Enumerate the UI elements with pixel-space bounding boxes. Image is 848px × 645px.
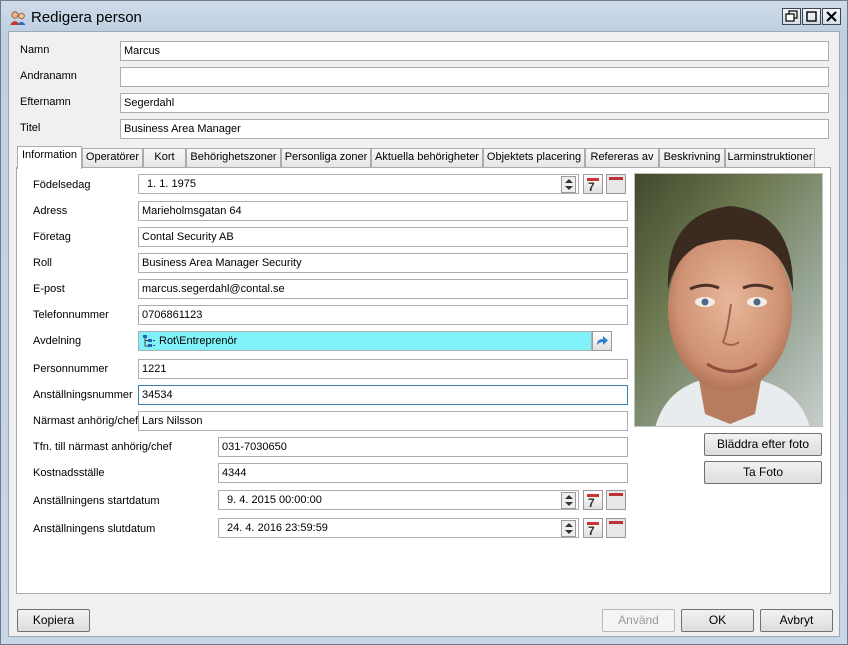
title-label: Titel	[20, 122, 41, 134]
employee-number-label: Anställningsnummer	[33, 389, 133, 401]
person-number-label: Personnummer	[33, 363, 109, 375]
phone-label: Telefonnummer	[33, 309, 109, 321]
department-navigate-button[interactable]	[592, 331, 612, 351]
birthday-label: Födelsedag	[33, 179, 91, 191]
next-of-kin-phone-label: Tfn. till närmast anhörig/chef	[33, 441, 172, 453]
birthday-spinner[interactable]	[561, 176, 576, 193]
tab-referenced-by[interactable]: Refereras av	[585, 148, 659, 167]
clear-icon	[609, 493, 623, 496]
ok-button[interactable]: OK	[681, 609, 754, 632]
department-value: Rot\Entreprenör	[159, 335, 238, 347]
clear-icon	[609, 177, 623, 180]
department-label: Avdelning	[33, 335, 82, 347]
window-title: Redigera person	[31, 9, 142, 26]
surname-field[interactable]: Segerdahl	[120, 93, 829, 113]
surname-label: Efternamn	[20, 96, 71, 108]
calendar-icon: 7	[588, 496, 595, 510]
tree-icon	[143, 335, 155, 347]
role-label: Roll	[33, 257, 52, 269]
company-label: Företag	[33, 231, 71, 243]
calendar-icon: 7	[588, 524, 595, 538]
birthday-clear-button[interactable]	[606, 174, 626, 194]
address-label: Adress	[33, 205, 68, 217]
clear-icon	[609, 521, 623, 524]
go-arrow-icon	[597, 336, 608, 345]
phone-field[interactable]: 0706861123	[138, 305, 628, 325]
tab-operators[interactable]: Operatörer	[82, 148, 143, 167]
role-field[interactable]: Business Area Manager Security	[138, 253, 628, 273]
maximize-icon	[806, 11, 817, 22]
start-date-label: Anställningens startdatum	[33, 495, 160, 507]
close-button[interactable]	[822, 8, 841, 25]
next-of-kin-label: Närmast anhörig/chef	[33, 415, 139, 427]
end-date-spinner[interactable]	[561, 520, 576, 537]
cancel-button[interactable]: Avbryt	[760, 609, 833, 632]
start-date-spinner[interactable]	[561, 492, 576, 509]
name-field[interactable]: Marcus	[120, 41, 829, 61]
tab-card[interactable]: Kort	[143, 148, 186, 167]
start-date-clear-button[interactable]	[606, 490, 626, 510]
restore-button[interactable]	[782, 8, 801, 25]
tab-access-zones[interactable]: Behörighetszoner	[186, 148, 281, 167]
title-field[interactable]: Business Area Manager	[120, 119, 829, 139]
copy-button[interactable]: Kopiera	[17, 609, 90, 632]
tab-object-placement[interactable]: Objektets placering	[483, 148, 585, 167]
next-of-kin-phone-field[interactable]: 031-7030650	[218, 437, 628, 457]
department-field[interactable]: Rot\Entreprenör	[138, 331, 592, 351]
tab-personal-zones[interactable]: Personliga zoner	[281, 148, 371, 167]
tab-information[interactable]: Information	[17, 146, 82, 169]
person-icon	[10, 11, 26, 25]
apply-button[interactable]: Använd	[602, 609, 675, 632]
email-field[interactable]: marcus.segerdahl@contal.se	[138, 279, 628, 299]
start-date-field[interactable]: 9. 4. 2015 00:00:00	[218, 490, 579, 510]
close-icon	[826, 11, 837, 22]
cost-center-label: Kostnadsställe	[33, 467, 105, 479]
middle-name-label: Andranamn	[20, 70, 77, 82]
tab-alarm-instructions[interactable]: Larminstruktioner	[725, 148, 815, 167]
name-label: Namn	[20, 44, 50, 56]
start-date-calendar-button[interactable]: 7	[583, 490, 603, 510]
person-number-field[interactable]: 1221	[138, 359, 628, 379]
birthday-calendar-button[interactable]: 7	[583, 174, 603, 194]
restore-icon	[785, 10, 798, 22]
end-date-clear-button[interactable]	[606, 518, 626, 538]
company-field[interactable]: Contal Security AB	[138, 227, 628, 247]
title-bar[interactable]: Redigera person	[1, 1, 847, 33]
address-field[interactable]: Marieholmsgatan 64	[138, 201, 628, 221]
browse-photo-button[interactable]: Bläddra efter foto	[704, 433, 822, 456]
person-photo	[634, 173, 823, 427]
email-label: E-post	[33, 283, 65, 295]
next-of-kin-field[interactable]: Lars Nilsson	[138, 411, 628, 431]
cost-center-field[interactable]: 4344	[218, 463, 628, 483]
end-date-label: Anställningens slutdatum	[33, 523, 156, 535]
maximize-button[interactable]	[802, 8, 821, 25]
birthday-field[interactable]: 1. 1. 1975	[138, 174, 579, 194]
end-date-field[interactable]: 24. 4. 2016 23:59:59	[218, 518, 579, 538]
take-photo-button[interactable]: Ta Foto	[704, 461, 822, 484]
tab-description[interactable]: Beskrivning	[659, 148, 725, 167]
calendar-icon: 7	[588, 180, 595, 194]
end-date-calendar-button[interactable]: 7	[583, 518, 603, 538]
employee-number-field[interactable]: 34534	[138, 385, 628, 405]
tab-current-permissions[interactable]: Aktuella behörigheter	[371, 148, 483, 167]
middle-name-field[interactable]	[120, 67, 829, 87]
